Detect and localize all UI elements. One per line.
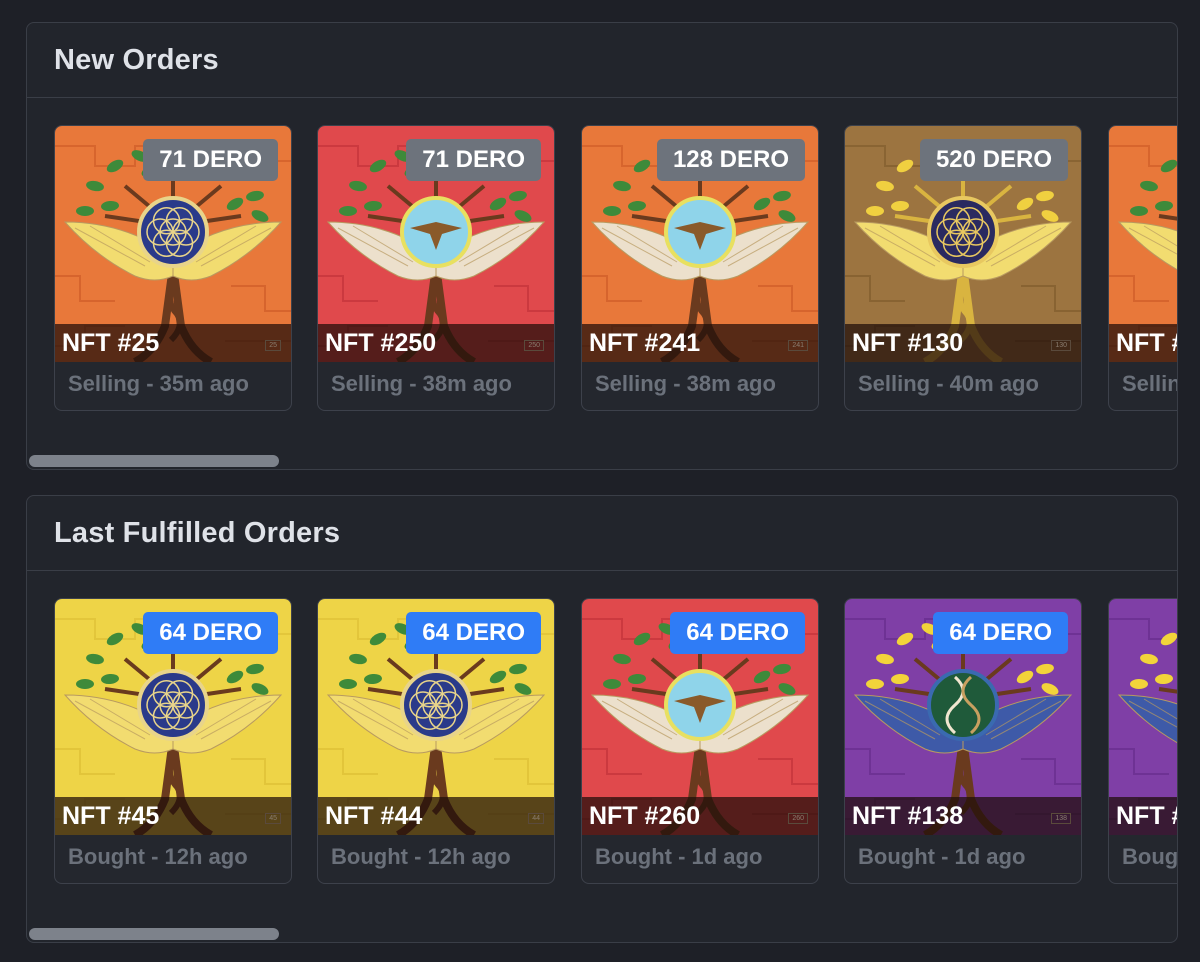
nft-card[interactable]: 64 DERO NFT #260 260 Bought - 1d ago	[581, 598, 819, 884]
price-badge: 71 DERO	[143, 139, 278, 181]
fulfilled-orders-carousel[interactable]: 64 DERO NFT #45 45 Bought - 12h ago 64 D…	[27, 571, 1177, 942]
nft-card[interactable]: 64 DERO NFT #45 45 Bought - 12h ago	[54, 598, 292, 884]
nft-card[interactable]: 520 DERO NFT #130 130 Selling - 40m ago	[844, 125, 1082, 411]
order-status: Bought - 1d ago	[858, 844, 1026, 869]
order-status: Selling - 38m ago	[331, 371, 512, 396]
nft-name: NFT #260	[589, 801, 701, 830]
order-status: Bought - 12h ago	[68, 844, 248, 869]
price-badge: 64 DERO	[933, 612, 1068, 654]
new-orders-carousel[interactable]: 71 DERO NFT #25 25 Selling - 35m ago 71 …	[27, 98, 1177, 469]
nft-name-bar: NFT #45 45	[55, 797, 291, 835]
nft-card[interactable]: NFT # Boug	[1108, 598, 1177, 884]
price-badge: 64 DERO	[406, 612, 541, 654]
price-badge: 128 DERO	[656, 139, 805, 181]
fulfilled-orders-panel: Last Fulfilled Orders 64 DERO NFT #45 45…	[26, 495, 1178, 943]
nft-card[interactable]: 64 DERO NFT #44 44 Bought - 12h ago	[317, 598, 555, 884]
price-badge: 64 DERO	[143, 612, 278, 654]
nft-name-bar: NFT #130 130	[845, 324, 1081, 362]
nft-card[interactable]: 128 DERO NFT #241 241 Selling - 38m ago	[581, 125, 819, 411]
price-badge: 71 DERO	[406, 139, 541, 181]
nft-number-tag: 44	[528, 813, 544, 824]
fulfilled-orders-scrollbar[interactable]	[29, 928, 279, 940]
order-status: Bought - 12h ago	[331, 844, 511, 869]
nft-name: NFT #25	[62, 328, 160, 357]
nft-name: NFT #250	[325, 328, 437, 357]
fulfilled-orders-title: Last Fulfilled Orders	[54, 516, 341, 549]
nft-name: NFT #	[1116, 801, 1177, 830]
price-badge: 520 DERO	[919, 139, 1068, 181]
nft-name: NFT #138	[852, 801, 964, 830]
nft-name-bar: NFT #241 241	[582, 324, 818, 362]
nft-name-bar: NFT #250 250	[318, 324, 554, 362]
nft-card[interactable]: NFT # Selling	[1108, 125, 1177, 411]
nft-name: NFT #	[1116, 328, 1177, 357]
nft-card[interactable]: 71 DERO NFT #25 25 Selling - 35m ago	[54, 125, 292, 411]
order-status: Selling - 35m ago	[68, 371, 249, 396]
nft-number-tag: 250	[524, 340, 544, 351]
nft-name: NFT #44	[325, 801, 423, 830]
price-badge: 64 DERO	[670, 612, 805, 654]
nft-number-tag: 138	[1051, 813, 1071, 824]
nft-number-tag: 130	[1051, 340, 1071, 351]
nft-name-bar: NFT #138 138	[845, 797, 1081, 835]
nft-name: NFT #130	[852, 328, 964, 357]
new-orders-scrollbar[interactable]	[29, 455, 279, 467]
order-status: Boug	[1122, 844, 1177, 869]
order-status: Selling - 40m ago	[858, 371, 1039, 396]
fulfilled-orders-header: Last Fulfilled Orders	[27, 496, 1177, 571]
nft-name-bar: NFT #260 260	[582, 797, 818, 835]
nft-name-bar: NFT #25 25	[55, 324, 291, 362]
new-orders-panel: New Orders 71 DERO NFT #25 25 Selling - …	[26, 22, 1178, 470]
order-status: Selling - 38m ago	[595, 371, 776, 396]
nft-number-tag: 25	[265, 340, 281, 351]
nft-name-bar: NFT #44 44	[318, 797, 554, 835]
nft-number-tag: 45	[265, 813, 281, 824]
nft-name: NFT #241	[589, 328, 701, 357]
nft-name-bar: NFT #	[1109, 324, 1177, 362]
nft-card[interactable]: 71 DERO NFT #250 250 Selling - 38m ago	[317, 125, 555, 411]
order-status: Selling	[1122, 371, 1177, 396]
nft-name: NFT #45	[62, 801, 160, 830]
new-orders-header: New Orders	[27, 23, 1177, 98]
new-orders-title: New Orders	[54, 43, 219, 76]
nft-number-tag: 260	[788, 813, 808, 824]
nft-card[interactable]: 64 DERO NFT #138 138 Bought - 1d ago	[844, 598, 1082, 884]
nft-number-tag: 241	[788, 340, 808, 351]
order-status: Bought - 1d ago	[595, 844, 763, 869]
nft-name-bar: NFT #	[1109, 797, 1177, 835]
